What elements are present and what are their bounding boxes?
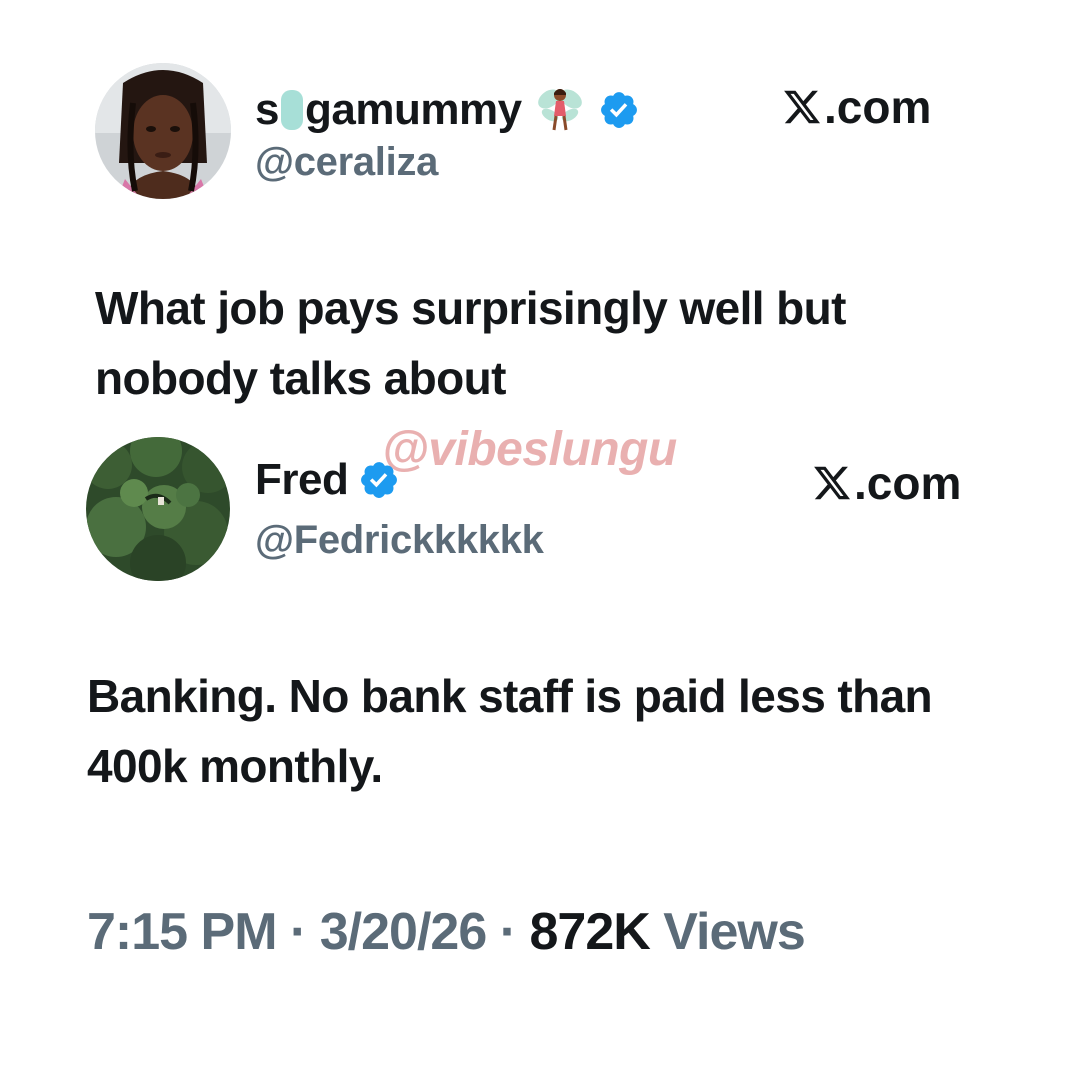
display-name-part-2: gamummy xyxy=(304,85,522,134)
reply-tweet-text: Banking. No bank staff is paid less than… xyxy=(87,670,933,792)
meta-separator: · xyxy=(499,903,517,961)
verified-badge-icon xyxy=(600,92,637,128)
display-name-part-1: s xyxy=(255,85,279,134)
avatar-ceraliza[interactable] xyxy=(95,63,231,199)
source-label: .com xyxy=(782,84,931,130)
tweet-text: What job pays surprisingly well but nobo… xyxy=(95,282,846,404)
source-text: .com xyxy=(824,81,932,133)
views-count: 872K xyxy=(529,903,651,961)
watermark: @vibeslungu xyxy=(382,423,677,476)
fairy-emoji-icon xyxy=(537,89,582,131)
tweet-time[interactable]: 7:15 PM xyxy=(87,903,278,961)
profile-photo xyxy=(95,63,231,199)
author-handle[interactable]: @ceraliza xyxy=(255,142,438,182)
reply-source-text: .com xyxy=(854,457,962,509)
reply-author-handle[interactable]: @Fedrickkkkkk xyxy=(255,520,544,560)
x-logo-icon xyxy=(784,90,821,124)
tweet-date[interactable]: 3/20/26 xyxy=(320,903,487,961)
display-name[interactable]: s gamummy xyxy=(255,88,522,132)
x-logo-icon xyxy=(814,466,851,500)
avatar-fedrickkkkkk[interactable] xyxy=(86,437,230,581)
meta-separator: · xyxy=(289,903,307,961)
redaction-blot xyxy=(280,90,303,130)
views-label: Views xyxy=(663,903,805,961)
reply-author-name-row: Fred xyxy=(255,458,400,502)
reply-display-name[interactable]: Fred xyxy=(255,458,349,502)
profile-photo xyxy=(86,437,230,581)
verified-badge-icon xyxy=(361,462,398,498)
reply-source-label: .com xyxy=(812,460,961,506)
tweet-meta: 7:15 PM · 3/20/26 · 872K Views xyxy=(87,903,806,961)
author-name-row: s gamummy xyxy=(255,82,640,138)
